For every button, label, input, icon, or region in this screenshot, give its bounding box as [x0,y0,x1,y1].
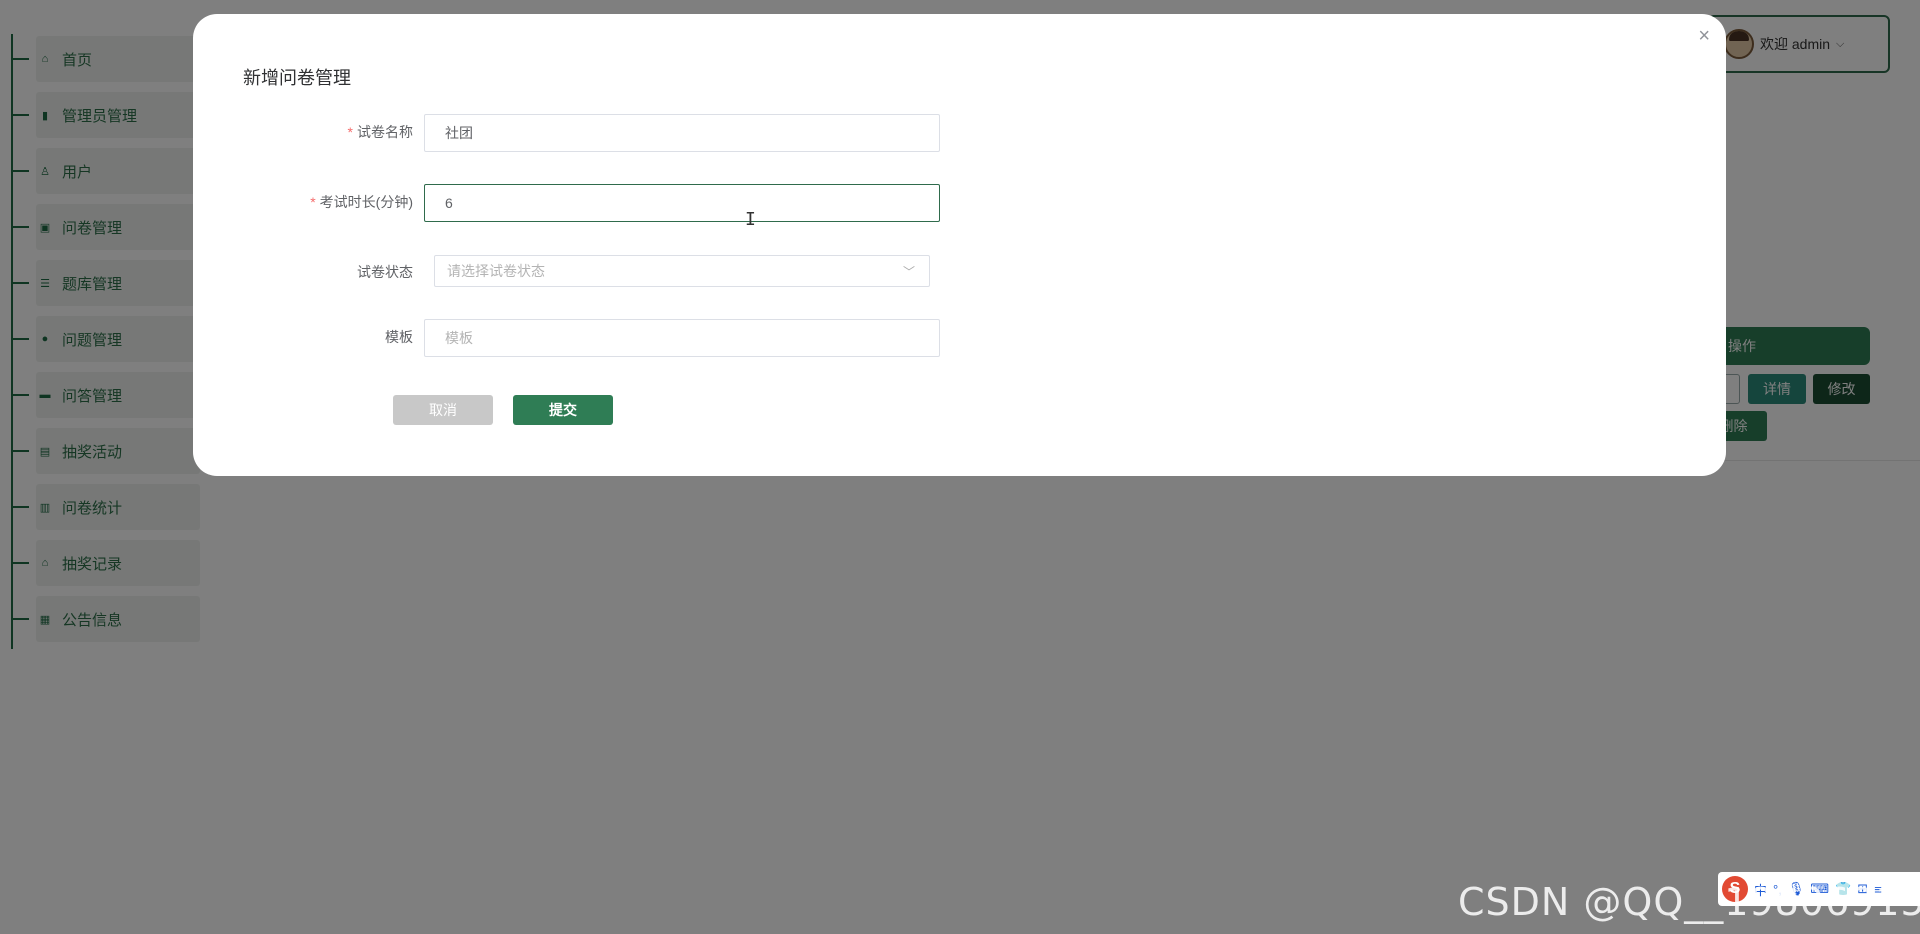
template-placeholder: 模板 [445,330,473,346]
add-questionnaire-dialog: 新增问卷管理 × * 试卷名称 社团 * 考试时长(分钟) 6 I 试卷状态 请选择… [193,14,1726,476]
exam-duration-input[interactable]: 6 [424,184,940,222]
duration-label: * 考试时长(分钟) [310,192,413,212]
exam-duration-value: 6 [445,195,453,211]
paper-name-input[interactable]: 社团 [424,114,940,152]
dialog-title: 新增问卷管理 [243,68,351,88]
required-mark: * [347,124,353,140]
status-label: 试卷状态 [357,264,413,280]
status-placeholder: 请选择试卷状态 [447,263,545,279]
cancel-button[interactable]: 取消 [393,395,493,425]
paper-name-value: 社团 [445,125,473,141]
watermark: CSDN @QQ__1980691580 [1458,880,1920,924]
name-label: * 试卷名称 [348,122,413,142]
template-input[interactable]: 模板 [424,319,940,357]
text-cursor-icon: I [745,209,756,230]
required-mark: * [310,194,316,210]
submit-button[interactable]: 提交 [513,395,613,425]
close-icon[interactable]: × [1698,26,1710,46]
chevron-down-icon: ﹀ [902,265,915,279]
duration-label-text: 考试时长(分钟) [319,194,413,210]
paper-status-select[interactable]: 请选择试卷状态 ﹀ [434,255,930,287]
template-label: 模板 [385,329,413,345]
name-label-text: 试卷名称 [357,124,413,140]
